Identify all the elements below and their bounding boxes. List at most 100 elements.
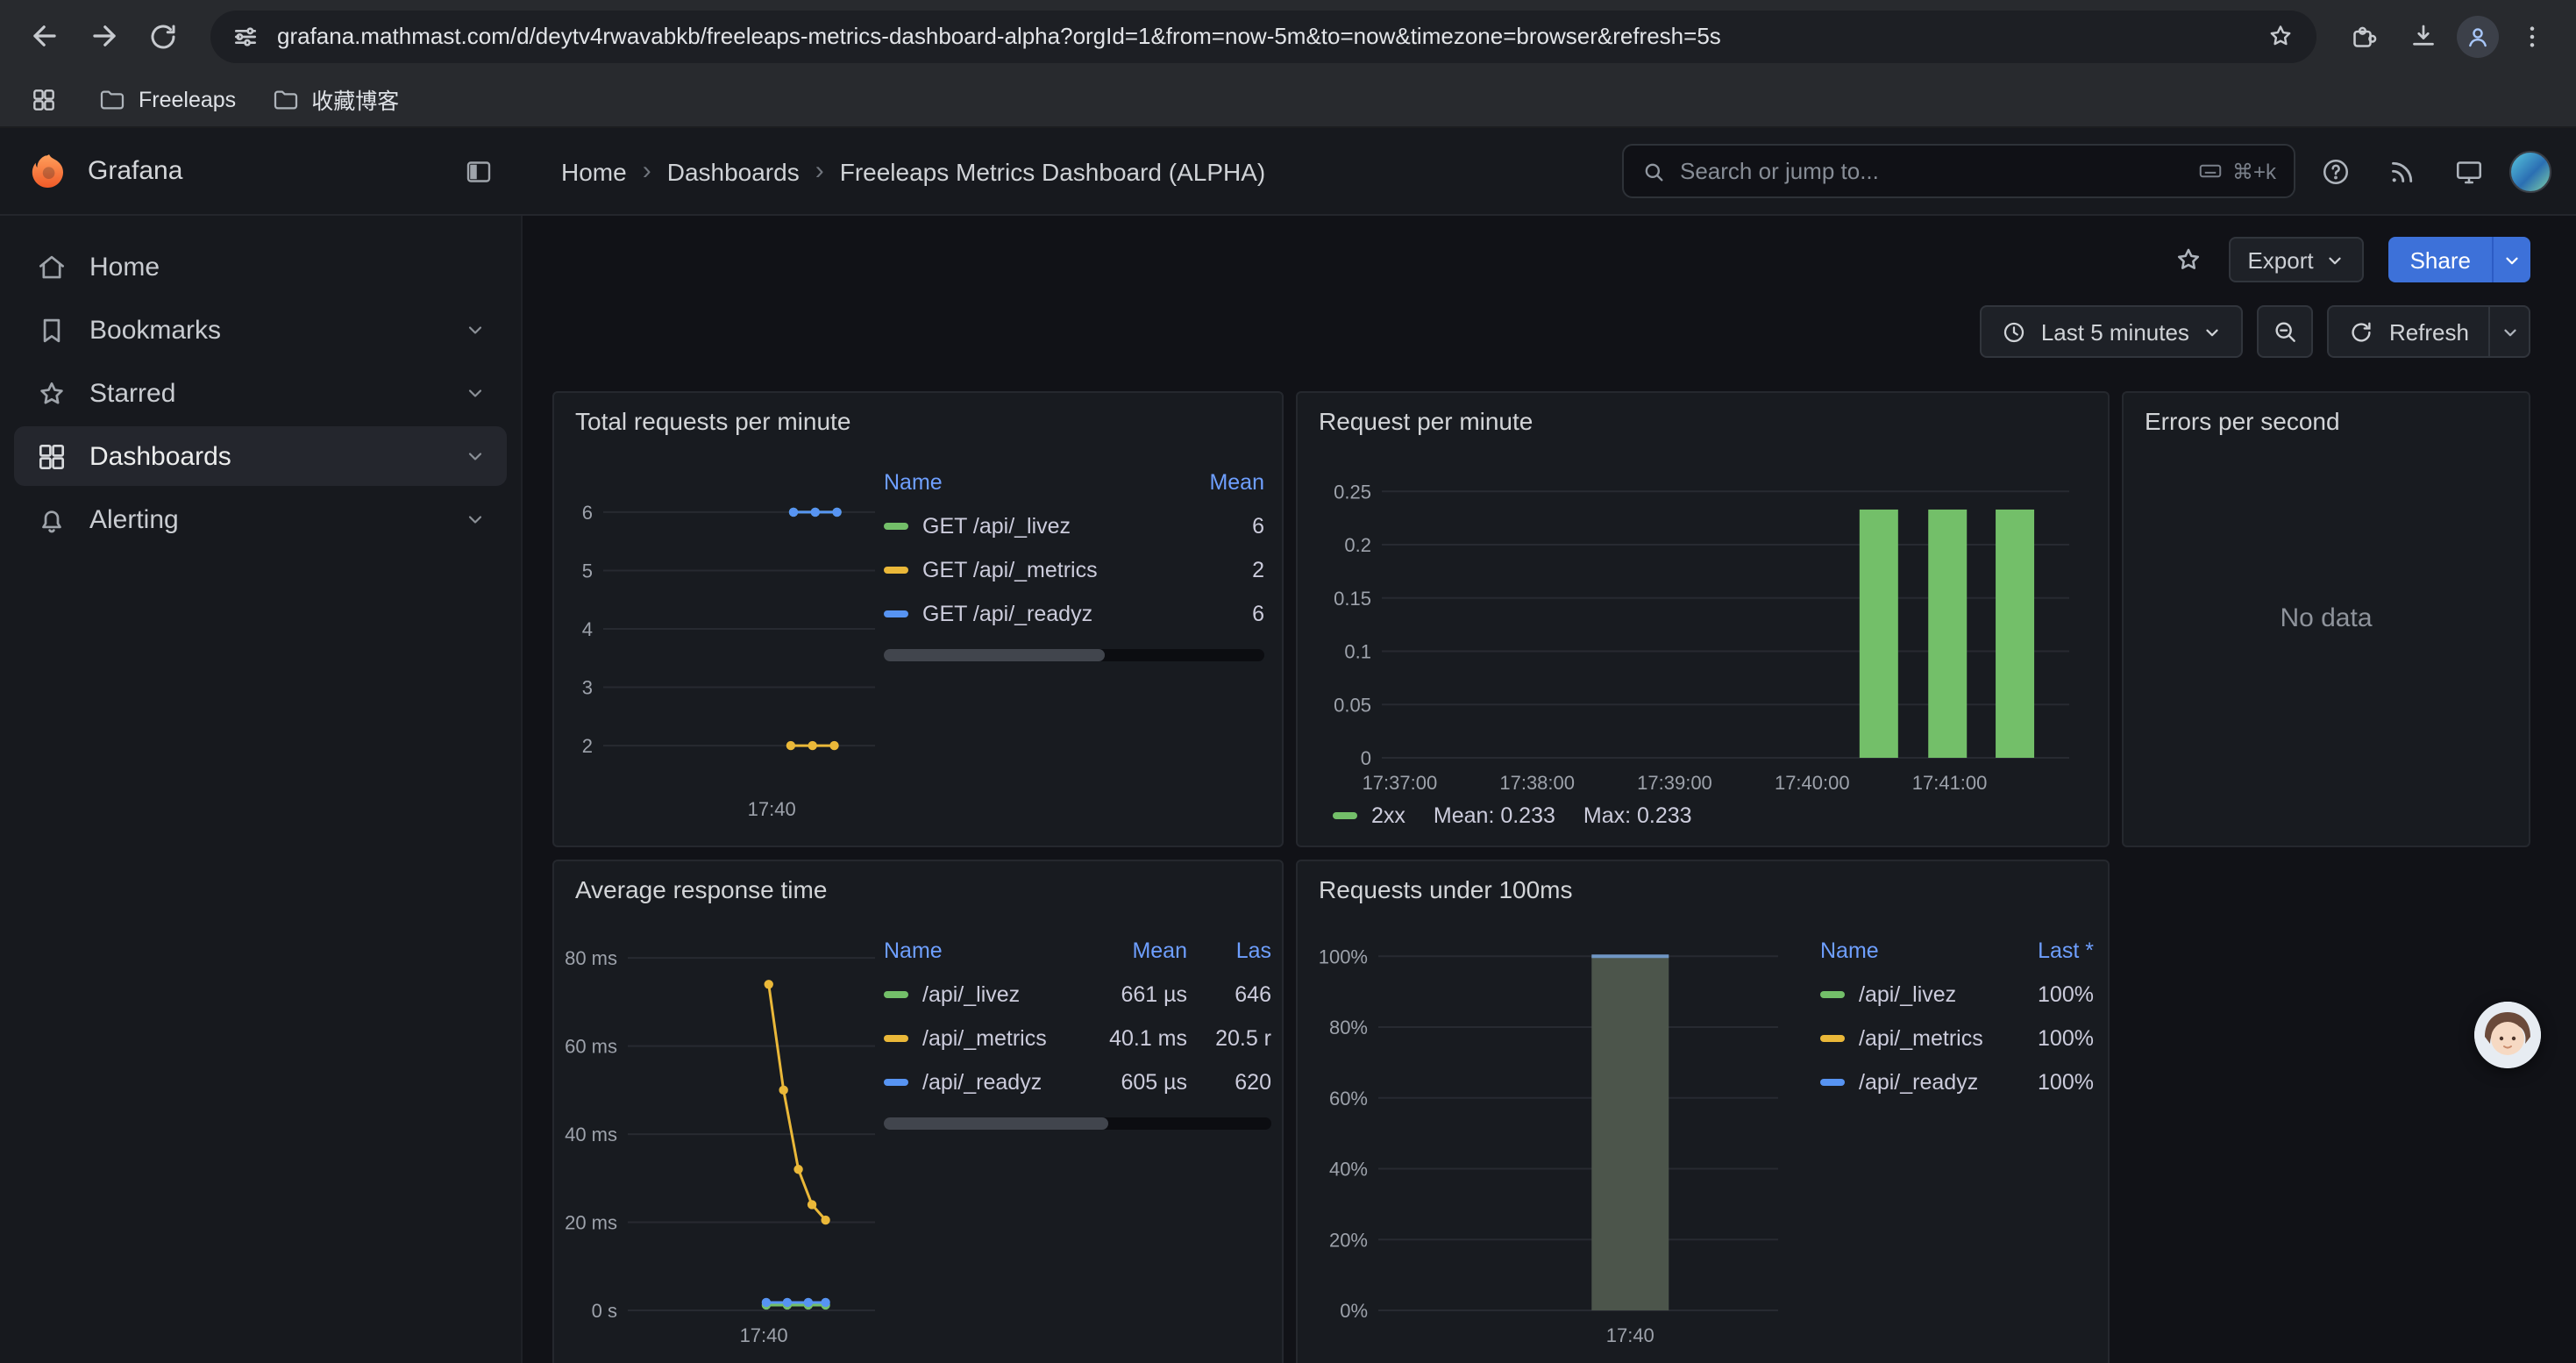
refresh-interval-button[interactable] xyxy=(2488,305,2530,358)
brand-name: Grafana xyxy=(88,156,445,186)
series-name-cell[interactable]: /api/_metrics xyxy=(884,1016,1078,1060)
bookmark-star-icon[interactable] xyxy=(2266,21,2295,51)
apps-grid-icon[interactable] xyxy=(25,80,63,118)
user-avatar[interactable] xyxy=(2509,150,2551,192)
sidebar-item-dashboards[interactable]: Dashboards xyxy=(14,426,507,486)
series-swatch xyxy=(884,522,908,529)
svg-text:4: 4 xyxy=(582,618,593,640)
sidebar-item-home[interactable]: Home xyxy=(14,237,507,296)
legend-header-last[interactable]: Las xyxy=(1187,938,1271,972)
bookmark-freeleaps[interactable]: Freeleaps xyxy=(98,85,236,113)
extensions-icon[interactable] xyxy=(2338,10,2390,62)
svg-text:0.2: 0.2 xyxy=(1344,534,1371,556)
help-icon[interactable] xyxy=(2309,145,2362,197)
panel-errors-per-second: Errors per second No data xyxy=(2122,391,2530,847)
breadcrumb-dashboards[interactable]: Dashboards xyxy=(667,157,800,185)
chevron-down-icon[interactable] xyxy=(465,509,486,530)
series-swatch xyxy=(884,566,908,573)
series-name[interactable]: /api/_livez xyxy=(1859,981,1956,1006)
svg-text:0%: 0% xyxy=(1340,1300,1368,1322)
panel-average-response-time: Average response time 80 ms60 ms40 ms20 … xyxy=(552,860,1284,1363)
panel-title[interactable]: Request per minute xyxy=(1298,393,2108,449)
reload-icon[interactable] xyxy=(137,10,189,62)
series-name[interactable]: 2xx xyxy=(1371,803,1405,828)
scrollbar-thumb[interactable] xyxy=(884,649,1105,661)
tv-mode-icon[interactable] xyxy=(2443,145,2495,197)
url-bar[interactable]: grafana.mathmast.com/d/deytv4rwavabkb/fr… xyxy=(210,10,2316,62)
breadcrumb-separator: › xyxy=(815,156,824,186)
search-input[interactable] xyxy=(1680,158,2183,184)
search-box[interactable]: ⌘+k xyxy=(1622,144,2295,198)
svg-text:17:40: 17:40 xyxy=(1606,1324,1654,1346)
request-per-minute-chart[interactable]: 0.250.20.150.10.05017:37:0017:38:0017:39… xyxy=(1305,453,2090,803)
series-name[interactable]: /api/_readyz xyxy=(1859,1069,1978,1094)
average-response-time-chart[interactable]: 80 ms60 ms40 ms20 ms0 s17:40 xyxy=(561,914,886,1356)
sidebar-item-label: Starred xyxy=(89,378,175,408)
legend-header-last[interactable]: Last * xyxy=(2038,938,2094,963)
panel-title[interactable]: Errors per second xyxy=(2124,393,2529,449)
breadcrumb-home[interactable]: Home xyxy=(561,157,627,185)
bookmark-label: 收藏博客 xyxy=(311,82,399,116)
share-menu-button[interactable] xyxy=(2492,237,2530,282)
dock-sidebar-icon[interactable] xyxy=(463,155,495,187)
panel-request-per-minute: Request per minute 0.250.20.150.10.05017… xyxy=(1296,391,2110,847)
forward-icon[interactable] xyxy=(77,10,130,62)
site-settings-icon[interactable] xyxy=(231,22,260,50)
panel-title[interactable]: Total requests per minute xyxy=(554,393,1282,449)
series-name-cell[interactable]: /api/_livez xyxy=(884,972,1078,1016)
sidebar-item-starred[interactable]: Starred xyxy=(14,363,507,423)
svg-text:17:38:00: 17:38:00 xyxy=(1499,772,1575,794)
total-requests-chart[interactable]: 6543217:40 xyxy=(561,453,886,830)
browser-profile-avatar[interactable] xyxy=(2457,15,2499,57)
news-rss-icon[interactable] xyxy=(2376,145,2429,197)
chevron-down-icon[interactable] xyxy=(465,382,486,403)
chevron-down-icon xyxy=(2500,322,2519,341)
legend-header-mean[interactable]: Mean xyxy=(1209,470,1264,495)
panel-title[interactable]: Average response time xyxy=(554,861,1282,917)
share-button[interactable]: Share xyxy=(2389,237,2492,282)
folder-icon xyxy=(271,85,299,113)
zoom-out-button[interactable] xyxy=(2258,305,2314,358)
svg-text:100%: 100% xyxy=(1319,946,1368,967)
series-name-cell[interactable]: /api/_readyz xyxy=(884,1060,1078,1103)
home-icon xyxy=(35,250,68,283)
chevron-down-icon xyxy=(2502,250,2522,269)
svg-text:17:40:00: 17:40:00 xyxy=(1775,772,1850,794)
series-name[interactable]: GET /api/_metrics xyxy=(922,557,1098,582)
bookmark-blogs[interactable]: 收藏博客 xyxy=(271,82,399,116)
scrollbar-thumb[interactable] xyxy=(884,1117,1108,1130)
refresh-button[interactable]: Refresh xyxy=(2328,305,2488,358)
legend-header-name[interactable]: Name xyxy=(884,470,943,495)
downloads-icon[interactable] xyxy=(2397,10,2450,62)
requests-under-100ms-chart[interactable]: 100%80%60%40%20%0%17:40 xyxy=(1305,914,1796,1356)
time-range-picker[interactable]: Last 5 minutes xyxy=(1980,305,2244,358)
sidebar-item-alerting[interactable]: Alerting xyxy=(14,489,507,549)
browser-menu-icon[interactable] xyxy=(2506,10,2558,62)
back-icon[interactable] xyxy=(18,10,70,62)
assistant-avatar-button[interactable] xyxy=(2474,1002,2541,1068)
chevron-down-icon[interactable] xyxy=(465,319,486,340)
legend-header-mean[interactable]: Mean xyxy=(1078,938,1187,972)
svg-text:17:40: 17:40 xyxy=(748,798,796,820)
sidebar-item-bookmarks[interactable]: Bookmarks xyxy=(14,300,507,360)
series-name[interactable]: GET /api/_readyz xyxy=(922,601,1092,625)
series-mean: Mean: 0.233 xyxy=(1434,803,1555,828)
export-button[interactable]: Export xyxy=(2228,237,2364,282)
grafana-logo-icon[interactable] xyxy=(28,150,70,192)
legend-header-name[interactable]: Name xyxy=(1820,938,1879,963)
bookmarks-bar: Freeleaps 收藏博客 xyxy=(0,72,2576,128)
url-text[interactable]: grafana.mathmast.com/d/deytv4rwavabkb/fr… xyxy=(277,23,2248,49)
series-name[interactable]: /api/_metrics xyxy=(1859,1025,1983,1050)
no-data-message: No data xyxy=(2124,603,2529,633)
chevron-down-icon[interactable] xyxy=(465,446,486,467)
series-name[interactable]: GET /api/_livez xyxy=(922,513,1071,538)
breadcrumb: Home › Dashboards › Freeleaps Metrics Da… xyxy=(523,156,1265,186)
legend-header-name[interactable]: Name xyxy=(884,938,1078,972)
browser-toolbar: grafana.mathmast.com/d/deytv4rwavabkb/fr… xyxy=(0,0,2576,72)
favorite-star-icon[interactable] xyxy=(2172,244,2203,275)
panel-title[interactable]: Requests under 100ms xyxy=(1298,861,2108,917)
series-swatch xyxy=(884,1034,908,1041)
legend-row: /api/_readyz 100% xyxy=(1820,1060,2094,1103)
svg-text:40%: 40% xyxy=(1329,1159,1368,1181)
clock-icon xyxy=(2001,318,2027,345)
